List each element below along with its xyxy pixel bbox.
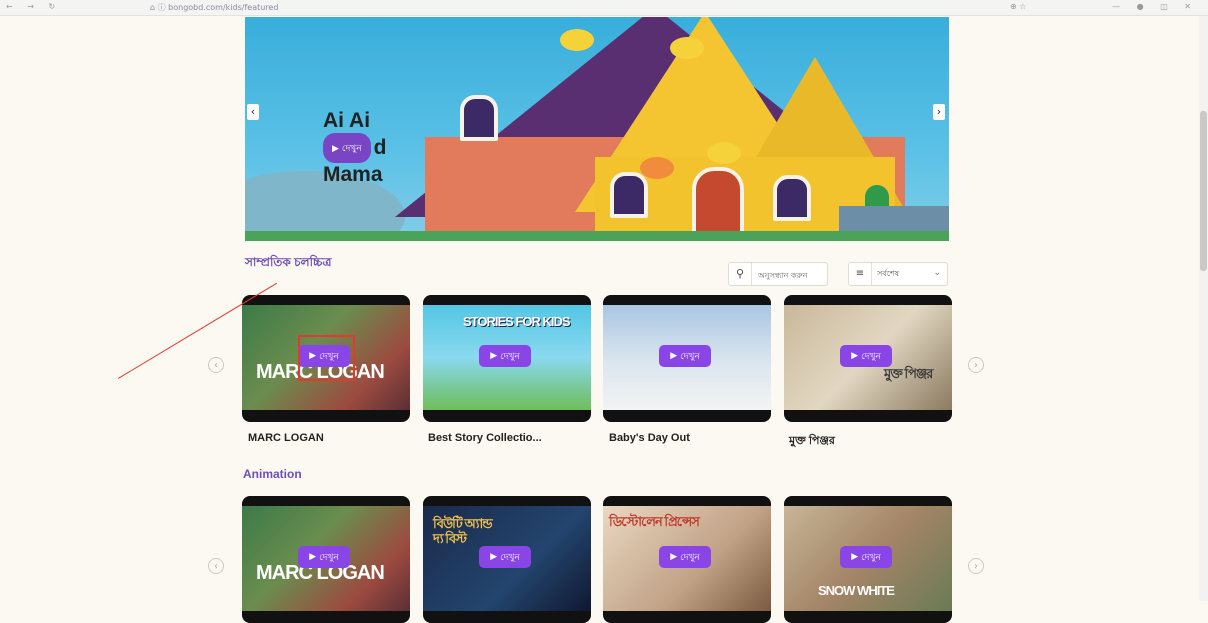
play-button[interactable]: ▶ দেখুন [479, 546, 531, 568]
hero-art-bird [670, 37, 704, 59]
sort-select-value: সর্বশেষ [877, 269, 900, 278]
sort-icon: ≡ [849, 263, 872, 285]
play-icon: ▶ [670, 552, 678, 562]
hero-play-label: দেখুন [341, 143, 362, 153]
play-label: দেখুন [861, 351, 881, 362]
carousel-prev-recent[interactable]: ‹ [208, 357, 224, 373]
play-button[interactable]: ▶ দেখুন [840, 345, 892, 367]
play-button[interactable]: ▶ দেখুন [659, 345, 711, 367]
movie-card[interactable]: MARC LOGAN ▶ দেখুন [242, 496, 410, 623]
play-icon: ▶ [490, 351, 498, 361]
search-icon[interactable]: ⚲ [729, 263, 752, 285]
hero-play-button[interactable]: ▶ দেখুন [323, 133, 371, 163]
play-icon: ▶ [332, 143, 339, 153]
search-box[interactable]: ⚲ [728, 262, 828, 286]
hero-art-bird [707, 142, 741, 164]
movie-card[interactable]: ডিস্টোলেন প্রিন্সেস ▶ দেখুন [603, 496, 771, 623]
section-title-recent: সাম্প্রতিক চলচ্চিত্র [245, 255, 332, 269]
play-button[interactable]: ▶ দেখুন [659, 546, 711, 568]
annotation-highlight-box [298, 335, 355, 381]
page-scrollbar[interactable] [1199, 16, 1208, 601]
section-title-animation: Animation [243, 467, 302, 481]
scrollbar-thumb[interactable] [1200, 111, 1207, 271]
play-icon: ▶ [851, 552, 859, 562]
window-controls[interactable]: — ● ◫ ✕ [1112, 2, 1198, 11]
movie-title[interactable]: মুক্ত পিঞ্জর [789, 432, 835, 451]
hero-title-line3: Mama [323, 163, 383, 186]
hero-title: Ai Ai ▶ দেখুন d Mama [323, 109, 386, 187]
movie-title[interactable]: Baby's Day Out [609, 432, 690, 444]
hero-art-window [460, 95, 498, 141]
browser-nav-buttons[interactable]: ← → ↻ [6, 2, 61, 11]
play-icon: ▶ [670, 351, 678, 361]
hero-art-window [610, 172, 648, 218]
hero-prev-arrow[interactable]: ‹ [247, 104, 259, 120]
hero-art-bird [640, 157, 674, 179]
hero-art-grass [245, 231, 949, 241]
carousel-prev-animation[interactable]: ‹ [208, 558, 224, 574]
hero-banner[interactable]: Ai Ai ▶ দেখুন d Mama ‹ › [245, 17, 949, 241]
play-label: দেখুন [861, 552, 881, 563]
movie-title[interactable]: MARC LOGAN [248, 432, 324, 444]
play-label: দেখুন [319, 552, 339, 563]
play-label: দেখুন [500, 351, 520, 362]
search-input[interactable] [756, 266, 828, 284]
chevron-down-icon: ⌄ [933, 268, 941, 278]
address-bar[interactable]: ⌂ ⓘ bongobd.com/kids/featured [150, 2, 278, 13]
play-icon: ▶ [309, 552, 317, 562]
thumbnail-logo: STORIES FOR KIDS [463, 314, 571, 329]
movie-card[interactable]: SNOW WHITE ▶ দেখুন [784, 496, 952, 623]
movie-card[interactable]: বিউটি অ্যান্ড দ্য বিস্ট ▶ দেখুন [423, 496, 591, 623]
thumbnail-logo: SNOW WHITE [818, 583, 895, 598]
browser-toolbar: ← → ↻ ⌂ ⓘ bongobd.com/kids/featured ⊕ ☆ … [0, 0, 1208, 16]
hero-next-arrow[interactable]: › [933, 104, 945, 120]
play-label: দেখুন [500, 552, 520, 563]
play-button[interactable]: ▶ দেখুন [840, 546, 892, 568]
movie-title[interactable]: Best Story Collectio... [428, 432, 542, 444]
movie-card[interactable]: ▶ দেখুন [603, 295, 771, 422]
hero-art-bird [560, 29, 594, 51]
browser-zoom-controls[interactable]: ⊕ ☆ [1010, 2, 1026, 11]
play-button[interactable]: ▶ দেখুন [298, 546, 350, 568]
thumbnail-logo: মুক্ত পিঞ্জর [884, 366, 933, 381]
thumbnail-logo: বিউটি অ্যান্ড দ্য বিস্ট [433, 516, 493, 546]
carousel-next-animation[interactable]: › [968, 558, 984, 574]
thumbnail-logo: ডিস্টোলেন প্রিন্সেস [609, 514, 700, 529]
movie-card[interactable]: মুক্ত পিঞ্জর ▶ দেখুন [784, 295, 952, 422]
hero-title-line1: Ai Ai [323, 109, 371, 132]
movie-card[interactable]: STORIES FOR KIDS ▶ দেখুন [423, 295, 591, 422]
play-label: দেখুন [680, 351, 700, 362]
play-icon: ▶ [851, 351, 859, 361]
hero-title-line2: d [373, 136, 387, 159]
play-label: দেখুন [680, 552, 700, 563]
carousel-next-recent[interactable]: › [968, 357, 984, 373]
play-icon: ▶ [490, 552, 498, 562]
hero-art-window [773, 175, 811, 221]
play-button[interactable]: ▶ দেখুন [479, 345, 531, 367]
sort-select[interactable]: ≡ সর্বশেষ ⌄ [848, 262, 948, 286]
hero-art-door [692, 167, 744, 241]
